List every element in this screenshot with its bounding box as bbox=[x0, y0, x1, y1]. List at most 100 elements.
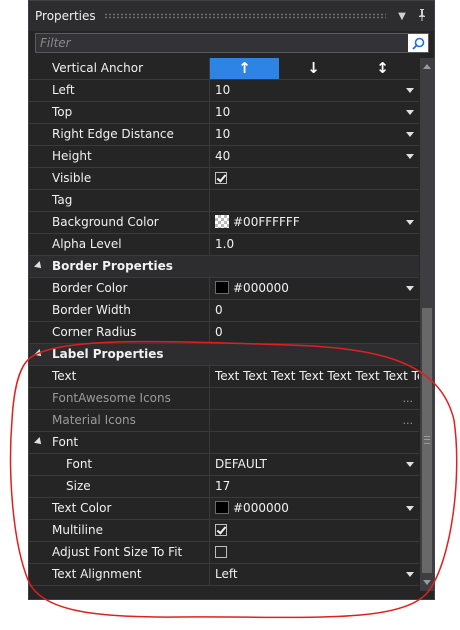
property-row-vertical-anchor: Vertical Anchor ↑ ↓ ↕ bbox=[29, 58, 419, 80]
property-row-text: Text Text Text Text Text Text Text Text T… bbox=[29, 366, 419, 388]
property-value[interactable]: 1.0 bbox=[210, 234, 419, 255]
property-value[interactable]: 10 bbox=[210, 124, 419, 145]
property-name[interactable]: Font bbox=[47, 454, 210, 475]
property-row-tag: Tag bbox=[29, 190, 419, 212]
property-name[interactable]: Height bbox=[47, 146, 210, 167]
property-value[interactable]: ... bbox=[210, 388, 419, 409]
property-row-adjust-font-size-to-fit: Adjust Font Size To Fit bbox=[29, 542, 419, 564]
property-name: Vertical Anchor bbox=[47, 58, 210, 79]
value-text: 10 bbox=[215, 127, 231, 141]
drag-grip[interactable] bbox=[103, 13, 386, 19]
value-text: 40 bbox=[215, 149, 231, 163]
property-name[interactable]: Top bbox=[47, 102, 210, 123]
chevron-down-icon[interactable] bbox=[406, 286, 414, 291]
chevron-down-icon[interactable] bbox=[406, 572, 414, 577]
anchor-bottom-button[interactable]: ↓ bbox=[279, 58, 348, 79]
property-name[interactable]: Corner Radius bbox=[47, 322, 210, 343]
property-value[interactable]: 10 bbox=[210, 80, 419, 101]
checkbox[interactable] bbox=[215, 523, 227, 536]
property-name[interactable]: FontAwesome Icons bbox=[47, 388, 210, 409]
ellipsis-button[interactable]: ... bbox=[403, 410, 414, 431]
category-label-properties[interactable]: Label Properties bbox=[29, 344, 419, 366]
property-row-border-color: Border Color #000000 bbox=[29, 278, 419, 300]
color-swatch[interactable] bbox=[215, 281, 229, 294]
property-value[interactable]: Left bbox=[210, 564, 419, 585]
property-name[interactable]: Border Width bbox=[47, 300, 210, 321]
chevron-down-icon[interactable] bbox=[406, 132, 414, 137]
property-group-font[interactable]: Font bbox=[29, 432, 419, 454]
dropdown-menu-icon[interactable]: ▼ bbox=[394, 11, 410, 22]
property-row-material-icons: Material Icons... bbox=[29, 410, 419, 432]
color-swatch[interactable] bbox=[215, 215, 229, 228]
properties-panel: Properties ▼ Vertical Anchor ↑ ↓ ↕ Left 1… bbox=[28, 0, 435, 600]
property-value[interactable]: 0 bbox=[210, 322, 419, 343]
property-value[interactable]: 10 bbox=[210, 102, 419, 123]
collapse-icon[interactable] bbox=[34, 261, 44, 271]
property-value[interactable]: #000000 bbox=[210, 498, 419, 519]
value-text: 17 bbox=[215, 479, 231, 493]
property-name[interactable]: Tag bbox=[47, 190, 210, 211]
property-name[interactable]: Right Edge Distance bbox=[47, 124, 210, 145]
property-name[interactable]: Border Color bbox=[47, 278, 210, 299]
search-button[interactable] bbox=[408, 34, 428, 52]
property-name: Font bbox=[47, 432, 210, 453]
collapse-icon[interactable] bbox=[34, 349, 44, 359]
property-name[interactable]: Background Color bbox=[47, 212, 210, 233]
anchor-stretch-button[interactable]: ↕ bbox=[348, 58, 417, 79]
property-value[interactable] bbox=[210, 520, 419, 541]
property-name[interactable]: Visible bbox=[47, 168, 210, 189]
property-name[interactable]: Text bbox=[47, 366, 210, 387]
chevron-down-icon[interactable] bbox=[406, 506, 414, 511]
property-name[interactable]: Text Alignment bbox=[47, 564, 210, 585]
anchor-top-button[interactable]: ↑ bbox=[210, 58, 279, 79]
property-row-alpha-level: Alpha Level 1.0 bbox=[29, 234, 419, 256]
category-label: Border Properties bbox=[47, 256, 210, 277]
property-name[interactable]: Adjust Font Size To Fit bbox=[47, 542, 210, 563]
chevron-down-icon[interactable] bbox=[406, 220, 414, 225]
checkbox[interactable] bbox=[215, 171, 227, 184]
value-text: 0 bbox=[215, 303, 223, 317]
property-name[interactable]: Alpha Level bbox=[47, 234, 210, 255]
property-value[interactable]: Text Text Text Text Text Text Text Text … bbox=[210, 366, 419, 387]
collapse-icon[interactable] bbox=[34, 437, 44, 447]
value-text: #000000 bbox=[233, 501, 289, 515]
scroll-up-icon[interactable] bbox=[423, 64, 431, 69]
chevron-down-icon[interactable] bbox=[406, 462, 414, 467]
property-value[interactable]: 40 bbox=[210, 146, 419, 167]
property-name[interactable]: Text Color bbox=[47, 498, 210, 519]
property-row-corner-radius: Corner Radius 0 bbox=[29, 322, 419, 344]
chevron-down-icon[interactable] bbox=[406, 88, 414, 93]
property-value[interactable]: ... bbox=[210, 410, 419, 431]
property-value[interactable] bbox=[210, 168, 419, 189]
property-value[interactable] bbox=[210, 542, 419, 563]
color-swatch[interactable] bbox=[215, 501, 229, 514]
value-text: 0 bbox=[215, 325, 223, 339]
scrollbar-thumb[interactable] bbox=[422, 308, 432, 573]
filter-input[interactable] bbox=[36, 34, 406, 52]
property-value[interactable]: 0 bbox=[210, 300, 419, 321]
property-value[interactable]: #00FFFFFF bbox=[210, 212, 419, 233]
checkbox[interactable] bbox=[215, 545, 227, 558]
search-icon bbox=[411, 37, 424, 50]
property-name[interactable]: Size bbox=[47, 476, 210, 497]
scroll-down-icon[interactable] bbox=[423, 580, 431, 585]
property-value[interactable]: #000000 bbox=[210, 278, 419, 299]
property-row-left: Left 10 bbox=[29, 80, 419, 102]
value-text: 10 bbox=[215, 105, 231, 119]
vertical-scrollbar[interactable] bbox=[420, 58, 434, 591]
category-label: Label Properties bbox=[47, 344, 210, 365]
pin-icon[interactable] bbox=[414, 8, 430, 24]
property-name[interactable]: Material Icons bbox=[47, 410, 210, 431]
property-value[interactable] bbox=[210, 190, 419, 211]
property-row-multiline: Multiline bbox=[29, 520, 419, 542]
category-border-properties[interactable]: Border Properties bbox=[29, 256, 419, 278]
property-name[interactable]: Left bbox=[47, 80, 210, 101]
property-name[interactable]: Multiline bbox=[47, 520, 210, 541]
chevron-down-icon[interactable] bbox=[406, 154, 414, 159]
property-row-background-color: Background Color #00FFFFFF bbox=[29, 212, 419, 234]
property-value[interactable]: DEFAULT bbox=[210, 454, 419, 475]
ellipsis-button[interactable]: ... bbox=[403, 388, 414, 409]
property-value[interactable]: 17 bbox=[210, 476, 419, 497]
property-row-height: Height 40 bbox=[29, 146, 419, 168]
chevron-down-icon[interactable] bbox=[406, 110, 414, 115]
